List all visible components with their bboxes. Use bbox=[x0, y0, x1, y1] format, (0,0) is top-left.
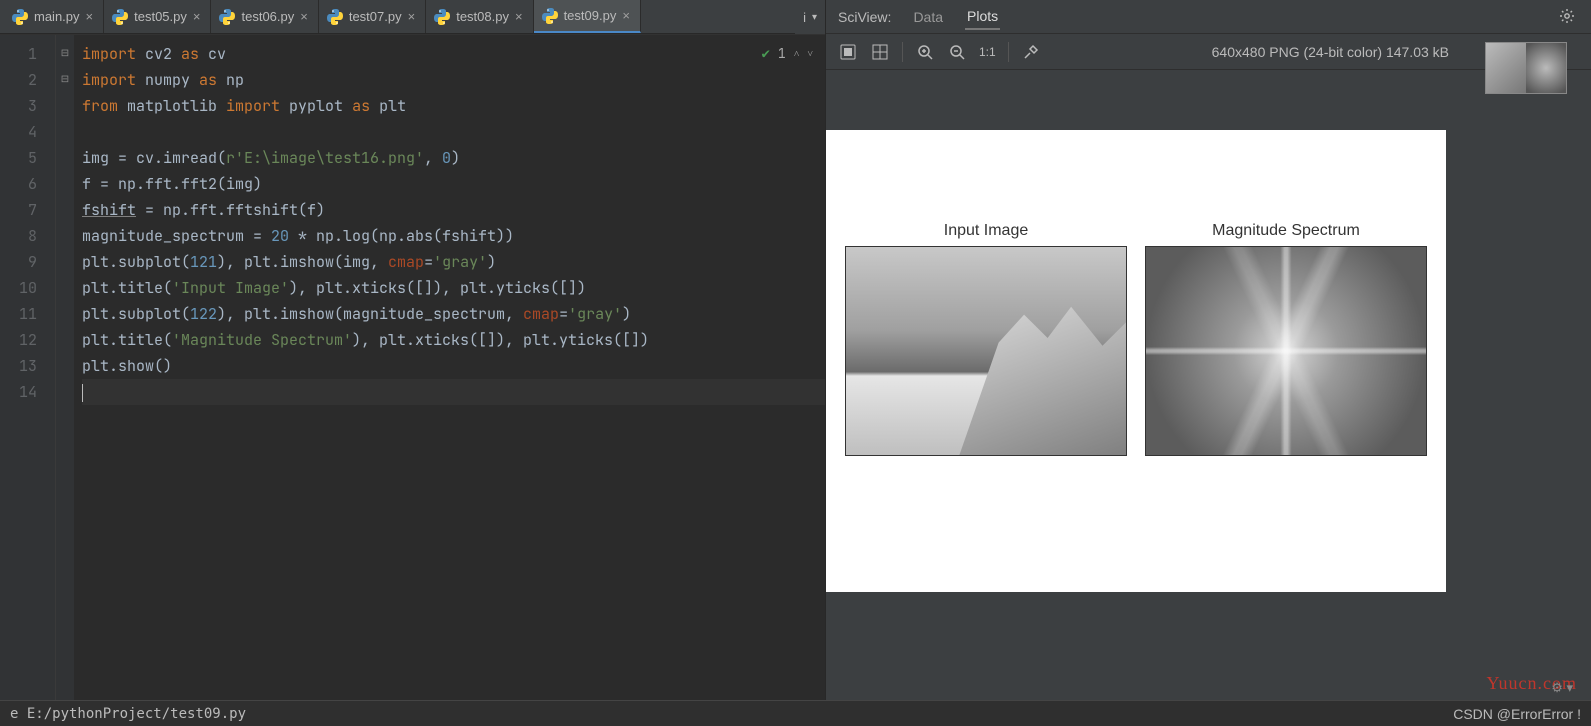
tab-label: test08.py bbox=[456, 9, 509, 24]
tab-label: test07.py bbox=[349, 9, 402, 24]
tabs-more-label: i bbox=[803, 10, 806, 25]
inspection-widget[interactable]: ✔ 1 ˄ ˅ bbox=[761, 41, 813, 67]
code-line[interactable]: plt.title('Input Image'), plt.xticks([])… bbox=[82, 275, 825, 301]
fold-column: ⊟⊟ bbox=[56, 35, 74, 726]
status-bar: e E:/pythonProject/test09.py CSDN @Error… bbox=[0, 700, 1591, 726]
line-number[interactable]: 9 bbox=[0, 249, 37, 275]
line-number[interactable]: 8 bbox=[0, 223, 37, 249]
text-caret bbox=[82, 384, 83, 402]
tabs-overflow[interactable]: i ▾ bbox=[795, 0, 825, 34]
code-line[interactable]: magnitude_spectrum = 20 * np.log(np.abs(… bbox=[82, 223, 825, 249]
code-line[interactable]: plt.show() bbox=[82, 353, 825, 379]
line-number[interactable]: 1 bbox=[0, 41, 37, 67]
tab-test08-py[interactable]: test08.py × bbox=[426, 0, 533, 33]
tab-label: test09.py bbox=[564, 8, 617, 23]
chevron-down-icon: ▾ bbox=[812, 12, 817, 23]
tab-main-py[interactable]: main.py × bbox=[4, 0, 104, 33]
sciview-title: SciView: bbox=[838, 9, 891, 25]
grid-icon[interactable] bbox=[870, 42, 890, 62]
code-line[interactable]: fshift = np.fft.fftshift(f) bbox=[82, 197, 825, 223]
tab-test06-py[interactable]: test06.py × bbox=[211, 0, 318, 33]
plot-image-spectrum bbox=[1145, 246, 1427, 456]
code-line[interactable]: plt.title('Magnitude Spectrum'), plt.xti… bbox=[82, 327, 825, 353]
python-file-icon bbox=[542, 8, 558, 24]
editor-body: 1 2 3 4 5 6 7 8 9 10 11 12 13 14 ⊟⊟ ✔ bbox=[0, 34, 825, 726]
sciview-header: SciView: Data Plots bbox=[826, 0, 1591, 34]
plots-toolbar: 1:1 640x480 PNG (24-bit color) 147.03 kB bbox=[826, 34, 1591, 70]
status-right-text: CSDN @ErrorError ! bbox=[1453, 706, 1581, 722]
line-number[interactable]: 5 bbox=[0, 145, 37, 171]
gear-icon[interactable]: ⚙ ▾ bbox=[1551, 680, 1573, 696]
zoom-ratio[interactable]: 1:1 bbox=[979, 45, 996, 59]
line-number[interactable]: 12 bbox=[0, 327, 37, 353]
code-line[interactable] bbox=[82, 379, 825, 405]
inspection-count: 1 bbox=[778, 41, 786, 67]
plot-title: Magnitude Spectrum bbox=[1145, 222, 1427, 240]
tab-label: test06.py bbox=[241, 9, 294, 24]
gutter: 1 2 3 4 5 6 7 8 9 10 11 12 13 14 bbox=[0, 35, 56, 726]
image-info: 640x480 PNG (24-bit color) 147.03 kB bbox=[1212, 44, 1449, 60]
close-icon[interactable]: × bbox=[300, 10, 308, 23]
sciview-pane: SciView: Data Plots 1:1 640x480 PNG (24-… bbox=[825, 0, 1591, 726]
close-icon[interactable]: × bbox=[408, 10, 416, 23]
plot-panel-left: Input Image bbox=[845, 222, 1127, 592]
line-number[interactable]: 14 bbox=[0, 379, 37, 405]
code-line[interactable]: import cv2 as cv bbox=[82, 41, 825, 67]
fit-icon[interactable] bbox=[838, 42, 858, 62]
plot-canvas[interactable]: Input Image Magnitude Spectrum bbox=[826, 130, 1446, 592]
editor-pane: main.py × test05.py × test06.py × test07… bbox=[0, 0, 825, 726]
python-file-icon bbox=[327, 9, 343, 25]
python-file-icon bbox=[112, 9, 128, 25]
status-path: e E:/pythonProject/test09.py bbox=[10, 706, 246, 722]
plot-image-input bbox=[845, 246, 1127, 456]
close-icon[interactable]: × bbox=[86, 10, 94, 23]
line-number[interactable]: 13 bbox=[0, 353, 37, 379]
eyedropper-icon[interactable] bbox=[1021, 42, 1041, 62]
code-editor[interactable]: ✔ 1 ˄ ˅ import cv2 as cv import numpy as… bbox=[74, 35, 825, 726]
tab-test07-py[interactable]: test07.py × bbox=[319, 0, 426, 33]
code-line[interactable]: plt.subplot(122), plt.imshow(magnitude_s… bbox=[82, 301, 825, 327]
line-number[interactable]: 10 bbox=[0, 275, 37, 301]
chevron-down-icon[interactable]: ˅ bbox=[807, 41, 813, 67]
sciview-tab-plots[interactable]: Plots bbox=[965, 4, 1000, 30]
plot-panel-right: Magnitude Spectrum bbox=[1145, 222, 1427, 592]
code-line[interactable] bbox=[82, 119, 825, 145]
chevron-up-icon[interactable]: ˄ bbox=[794, 41, 800, 67]
line-number[interactable]: 4 bbox=[0, 119, 37, 145]
code-line[interactable]: plt.subplot(121), plt.imshow(img, cmap='… bbox=[82, 249, 825, 275]
plot-thumbnail[interactable] bbox=[1485, 42, 1567, 94]
zoom-in-icon[interactable] bbox=[915, 42, 935, 62]
line-number[interactable]: 6 bbox=[0, 171, 37, 197]
line-number[interactable]: 3 bbox=[0, 93, 37, 119]
plot-title: Input Image bbox=[845, 222, 1127, 240]
close-icon[interactable]: × bbox=[622, 9, 630, 22]
python-file-icon bbox=[434, 9, 450, 25]
tab-label: main.py bbox=[34, 9, 80, 24]
line-number[interactable]: 7 bbox=[0, 197, 37, 223]
code-line[interactable]: from matplotlib import pyplot as plt bbox=[82, 93, 825, 119]
python-file-icon bbox=[219, 9, 235, 25]
zoom-out-icon[interactable] bbox=[947, 42, 967, 62]
code-line[interactable]: import numpy as np bbox=[82, 67, 825, 93]
tab-test09-py[interactable]: test09.py × bbox=[534, 0, 641, 33]
sciview-tab-data[interactable]: Data bbox=[911, 5, 945, 29]
line-number[interactable]: 2 bbox=[0, 67, 37, 93]
python-file-icon bbox=[12, 9, 28, 25]
check-icon: ✔ bbox=[761, 41, 769, 67]
line-number[interactable]: 11 bbox=[0, 301, 37, 327]
close-icon[interactable]: × bbox=[193, 10, 201, 23]
close-icon[interactable]: × bbox=[515, 10, 523, 23]
tab-test05-py[interactable]: test05.py × bbox=[104, 0, 211, 33]
editor-tabs-bar: main.py × test05.py × test06.py × test07… bbox=[0, 0, 825, 34]
tab-label: test05.py bbox=[134, 9, 187, 24]
code-line[interactable]: f = np.fft.fft2(img) bbox=[82, 171, 825, 197]
separator bbox=[902, 42, 903, 62]
gear-icon[interactable] bbox=[1559, 8, 1575, 27]
code-line[interactable]: img = cv.imread(r'E:\image\test16.png', … bbox=[82, 145, 825, 171]
separator bbox=[1008, 42, 1009, 62]
